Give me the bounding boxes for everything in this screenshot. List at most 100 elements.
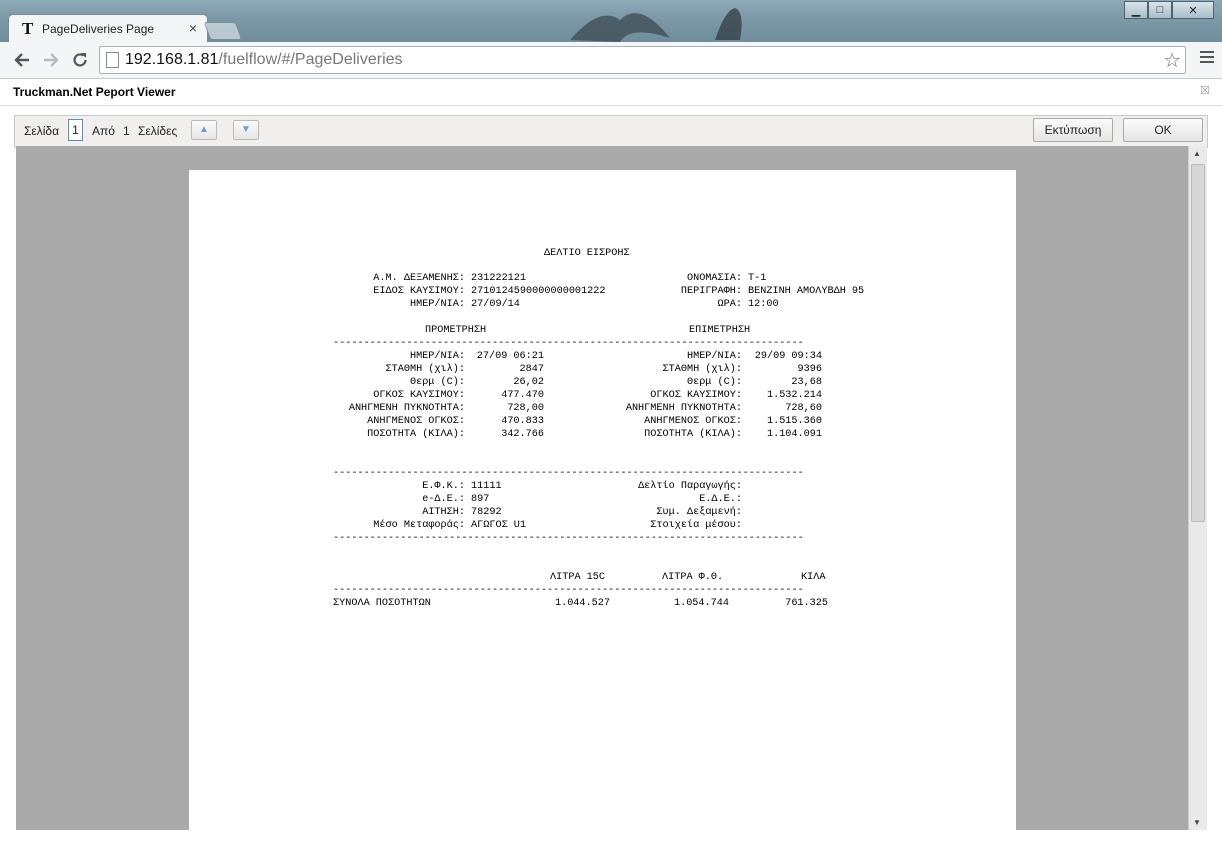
browser-toolbar: 192.168.1.81/fuelflow/#/PageDeliveries ☆ (0, 42, 1222, 79)
after-label: ΟΓΚΟΣ ΚΑΥΣΙΜΟΥ: (650, 390, 742, 401)
url-host: 192.168.1.81 (125, 51, 219, 68)
after-value: 728,60 (785, 403, 822, 414)
after-value: 29/09 09:34 (754, 351, 822, 362)
info-right-label: Δελτίο Παραγωγής: (638, 481, 742, 492)
print-button[interactable]: Εκτύπωση (1033, 118, 1113, 142)
header-left-label: ΕΙΔΟΣ ΚΑΥΣΙΜΟΥ: (373, 286, 465, 297)
after-label: ΗΜΕΡ/ΝΙΑ: (686, 351, 742, 362)
viewer-header: Truckman.Net Peport Viewer ☒ (0, 79, 1222, 106)
before-heading: ΠΡΟΜΕΤΡΗΣΗ (425, 325, 487, 336)
background-bird-image (715, 8, 742, 40)
after-value: 23,68 (791, 377, 822, 388)
info-right-label: Συμ. Δεξαμενή: (656, 507, 742, 518)
after-value: 1.515.360 (766, 416, 822, 427)
bookmark-star-icon[interactable]: ☆ (1163, 48, 1181, 73)
after-label: ΑΝΗΓΜΕΝΟΣ ΟΓΚΟΣ: (644, 416, 742, 427)
totals-value: 1.044.527 (554, 598, 610, 609)
page-number-input[interactable]: 1 (68, 119, 83, 141)
before-label: Θερμ (C): (409, 377, 465, 388)
before-value: 342.766 (501, 429, 544, 440)
info-left-label: Μέσο Μεταφοράς: (373, 520, 465, 531)
window-controls: ▁ □ ✕ (1124, 1, 1214, 19)
after-label: ΣΤΑΘΜΗ (χιλ): (662, 364, 742, 375)
totals-header: ΚΙΛΑ (801, 572, 826, 583)
header-right-label: ΟΝΟΜΑΣΙΑ: (686, 273, 742, 284)
reload-icon[interactable] (69, 49, 91, 71)
forward-arrow-icon[interactable] (40, 49, 62, 71)
viewer-close-icon[interactable]: ☒ (1200, 84, 1210, 97)
before-value: 477.470 (501, 390, 544, 401)
page-label: Σελίδα (24, 124, 60, 138)
info-left-label: ΑΙΤΗΣΗ: (422, 507, 465, 518)
report-title: ΔΕΛΤΙΟ ΕΙΣΡΟΗΣ (544, 248, 630, 259)
header-left-value: 2710124590000000001222 (471, 286, 606, 297)
info-left-value: ΑΓΩΓΟΣ U1 (471, 520, 527, 531)
new-tab-button[interactable] (203, 22, 243, 40)
minimize-button[interactable]: ▁ (1124, 1, 1148, 19)
tab-favicon-icon: T (22, 19, 34, 38)
browser-menu-icon[interactable] (1200, 51, 1214, 66)
header-right-label: ΩΡΑ: (717, 299, 742, 310)
pages-label: Σελίδες (138, 124, 178, 138)
close-window-button[interactable]: ✕ (1172, 1, 1214, 19)
info-left-value: 78292 (471, 507, 502, 518)
url-path: /fuelflow/#/PageDeliveries (218, 51, 403, 68)
total-pages: 1 (123, 124, 130, 138)
tab-title: PageDeliveries Page (42, 22, 155, 36)
address-bar[interactable]: 192.168.1.81/fuelflow/#/PageDeliveries ☆ (99, 46, 1186, 74)
report-page: ΔΕΛΤΙΟ ΕΙΣΡΟΗΣ Α.Μ. ΔΕΞΑΜΕΝΗΣ: 231222121… (189, 170, 1016, 830)
header-left-value: 231222121 (471, 273, 527, 284)
info-left-value: 11111 (471, 481, 502, 492)
header-right-value: T-1 (748, 273, 767, 284)
totals-value: 761.325 (785, 598, 828, 609)
header-right-value: ΒΕΝΖΙΝΗ ΑΜΟΛΥΒΔΗ 95 (748, 286, 865, 297)
after-value: 1.532.214 (766, 390, 822, 401)
after-heading: ΕΠΙΜΕΤΡΗΣΗ (689, 325, 751, 336)
tab-close-icon[interactable]: × (189, 20, 197, 36)
info-left-label: Ε.Φ.Κ.: (422, 481, 465, 492)
totals-value: 1.054.744 (673, 598, 729, 609)
scroll-down-arrow-icon[interactable]: ▼ (1193, 818, 1201, 827)
before-value: 27/09 06:21 (476, 351, 544, 362)
info-left-label: e-Δ.Ε.: (422, 494, 465, 505)
arrow-down-icon: ▼ (241, 124, 251, 135)
ok-button[interactable]: OK (1123, 118, 1203, 142)
before-label: ΑΝΗΓΜΕΝΗ ΠΥΚΝΟΤΗΤΑ: (348, 403, 465, 414)
header-left-label: ΗΜΕΡ/ΝΙΑ: (409, 299, 465, 310)
separator-line: ----------------------------------------… (333, 585, 804, 596)
before-value: 26,02 (513, 377, 544, 388)
document-area[interactable]: ΔΕΛΤΙΟ ΕΙΣΡΟΗΣ Α.Μ. ΔΕΞΑΜΕΝΗΣ: 231222121… (16, 146, 1188, 830)
header-right-value: 12:00 (748, 299, 779, 310)
before-label: ΑΝΗΓΜΕΝΟΣ ΟΓΚΟΣ: (367, 416, 465, 427)
header-left-value: 27/09/14 (471, 299, 520, 310)
header-right-label: ΠΕΡΙΓΡΑΦΗ: (680, 286, 742, 297)
url-text[interactable]: 192.168.1.81/fuelflow/#/PageDeliveries (125, 51, 403, 69)
before-label: ΣΤΑΘΜΗ (χιλ): (385, 364, 465, 375)
after-label: Θερμ (C): (686, 377, 742, 388)
scrollbar-thumb[interactable] (1191, 164, 1205, 522)
before-value: 728,00 (507, 403, 544, 414)
before-label: ΗΜΕΡ/ΝΙΑ: (409, 351, 465, 362)
previous-page-button[interactable]: ▲ (191, 120, 217, 140)
report-viewer-dialog: Truckman.Net Peport Viewer ☒ Σελίδα 1 Απ… (0, 79, 1222, 846)
vertical-scrollbar[interactable]: ▲ ▼ (1188, 146, 1207, 830)
browser-tab[interactable]: T PageDeliveries Page × (8, 14, 208, 43)
totals-header: ΛΙΤΡΑ 15C (550, 572, 606, 583)
before-label: ΟΓΚΟΣ ΚΑΥΣΙΜΟΥ: (373, 390, 465, 401)
maximize-button[interactable]: □ (1148, 1, 1172, 19)
info-right-label: Ε.Δ.Ε.: (699, 494, 742, 505)
totals-label: ΣΥΝΟΛΑ ΠΟΣΟΤΗΤΩΝ (333, 598, 431, 609)
after-label: ΠΟΣΟΤΗΤΑ (ΚΙΛΑ): (644, 429, 742, 440)
background-crow-image (570, 13, 670, 42)
page-icon (106, 52, 119, 68)
back-arrow-icon[interactable] (11, 49, 33, 71)
arrow-up-icon: ▲ (199, 124, 209, 135)
totals-header: ΛΙΤΡΑ Φ.Θ. (662, 572, 724, 583)
scroll-up-arrow-icon[interactable]: ▲ (1193, 149, 1201, 158)
separator-line: ----------------------------------------… (333, 468, 804, 479)
separator-line: ----------------------------------------… (333, 338, 804, 349)
before-label: ΠΟΣΟΤΗΤΑ (ΚΙΛΑ): (367, 429, 465, 440)
after-label: ΑΝΗΓΜΕΝΗ ΠΥΚΝΟΤΗΤΑ: (625, 403, 742, 414)
next-page-button[interactable]: ▼ (233, 120, 259, 140)
pager-toolbar: Σελίδα 1 Από 1 Σελίδες ▲ ▼ Εκτύπωση OK (14, 115, 1208, 148)
